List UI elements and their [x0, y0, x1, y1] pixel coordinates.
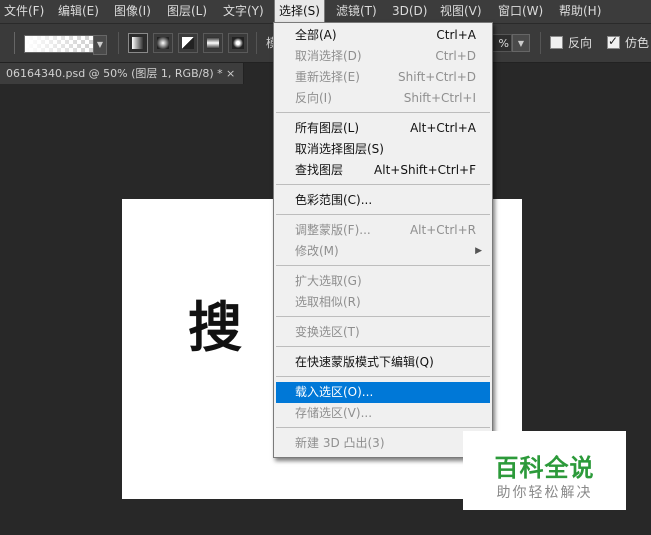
- menu-item-label: 选取相似(R): [295, 295, 361, 309]
- menu-3d[interactable]: 3D(D): [388, 0, 431, 23]
- menu-item-save-selection[interactable]: 存储选区(V)...: [276, 403, 490, 424]
- divider: [256, 32, 257, 54]
- menu-item-reselect[interactable]: 重新选择(E) Shift+Ctrl+D: [276, 67, 490, 88]
- menu-filter[interactable]: 滤镜(T): [332, 0, 381, 23]
- menu-type[interactable]: 文字(Y): [219, 0, 268, 23]
- menu-item-shortcut: Ctrl+A: [436, 28, 476, 42]
- menu-item-deselect[interactable]: 取消选择(D) Ctrl+D: [276, 46, 490, 67]
- reflected-gradient-icon: [207, 37, 219, 49]
- menu-item-quick-mask[interactable]: 在快速蒙版模式下编辑(Q): [276, 352, 490, 373]
- watermark-logo: 百科全说 助你轻松解决: [463, 431, 626, 510]
- menu-item-deselect-layers[interactable]: 取消选择图层(S): [276, 139, 490, 160]
- menu-file[interactable]: 文件(F): [0, 0, 48, 23]
- menu-item-label: 取消选择(D): [295, 49, 362, 63]
- menu-item-inverse[interactable]: 反向(I) Shift+Ctrl+I: [276, 88, 490, 109]
- menu-help[interactable]: 帮助(H): [555, 0, 605, 23]
- divider: [118, 32, 119, 54]
- menu-item-shortcut: Alt+Shift+Ctrl+F: [374, 163, 476, 177]
- divider: [540, 32, 541, 54]
- menu-item-label: 调整蒙版(F)...: [295, 223, 371, 237]
- radial-gradient-button[interactable]: [153, 33, 173, 53]
- diamond-gradient-button[interactable]: [228, 33, 248, 53]
- menu-item-label: 在快速蒙版模式下编辑(Q): [295, 355, 434, 369]
- linear-gradient-icon: [132, 37, 144, 49]
- menu-separator: [276, 346, 490, 347]
- linear-gradient-button[interactable]: [128, 33, 148, 53]
- menu-item-find-layers[interactable]: 查找图层 Alt+Shift+Ctrl+F: [276, 160, 490, 181]
- menu-item-load-selection[interactable]: 载入选区(O)...: [276, 382, 490, 403]
- menu-item-label: 修改(M): [295, 244, 339, 258]
- menu-image[interactable]: 图像(I): [110, 0, 155, 23]
- menu-select[interactable]: 选择(S): [274, 0, 325, 24]
- menu-separator: [276, 214, 490, 215]
- menu-item-label: 新建 3D 凸出(3): [295, 436, 385, 450]
- radial-gradient-icon: [157, 37, 169, 49]
- menu-edit[interactable]: 编辑(E): [54, 0, 103, 23]
- menu-item-label: 重新选择(E): [295, 70, 360, 84]
- menu-item-shortcut: Ctrl+D: [435, 49, 476, 63]
- opacity-chevron-down-icon[interactable]: ▼: [512, 34, 530, 52]
- menu-item-label: 变换选区(T): [295, 325, 360, 339]
- menu-separator: [276, 184, 490, 185]
- menu-view[interactable]: 视图(V): [436, 0, 486, 23]
- angle-gradient-button[interactable]: [178, 33, 198, 53]
- menu-item-color-range[interactable]: 色彩范围(C)...: [276, 190, 490, 211]
- reverse-label: 反向: [568, 36, 593, 50]
- select-menu-dropdown: 全部(A) Ctrl+A 取消选择(D) Ctrl+D 重新选择(E) Shif…: [273, 22, 493, 458]
- menu-item-all-layers[interactable]: 所有图层(L) Alt+Ctrl+A: [276, 118, 490, 139]
- menu-item-transform-selection[interactable]: 变换选区(T): [276, 322, 490, 343]
- menu-item-label: 查找图层: [295, 163, 344, 177]
- document-tab[interactable]: 06164340.psd @ 50% (图层 1, RGB/8) * ×: [0, 63, 244, 84]
- close-icon[interactable]: ×: [226, 63, 235, 84]
- dither-checkbox[interactable]: [607, 34, 620, 49]
- reflected-gradient-button[interactable]: [203, 33, 223, 53]
- document-tab-title: 06164340.psd @ 50% (图层 1, RGB/8) *: [6, 67, 223, 80]
- menu-item-grow[interactable]: 扩大选取(G): [276, 271, 490, 292]
- gradient-swatch[interactable]: [24, 35, 94, 53]
- menu-window[interactable]: 窗口(W): [494, 0, 547, 23]
- submenu-arrow-icon: ▶: [475, 246, 482, 256]
- gradient-dropdown-chevron-icon[interactable]: ▼: [93, 35, 107, 55]
- reverse-checkbox[interactable]: [550, 36, 563, 49]
- menu-item-label: 存储选区(V)...: [295, 406, 373, 420]
- menu-item-label: 载入选区(O)...: [295, 385, 374, 399]
- menu-item-refine-mask[interactable]: 调整蒙版(F)... Alt+Ctrl+R: [276, 220, 490, 241]
- menu-item-new-3d-extrusion[interactable]: 新建 3D 凸出(3): [276, 433, 490, 454]
- menu-item-shortcut: Alt+Ctrl+A: [410, 121, 476, 135]
- menu-item-label: 取消选择图层(S): [295, 142, 384, 156]
- opacity-field[interactable]: %: [490, 34, 512, 52]
- menu-item-shortcut: Shift+Ctrl+I: [403, 91, 476, 105]
- menu-item-select-all[interactable]: 全部(A) Ctrl+A: [276, 25, 490, 46]
- menu-item-shortcut: Shift+Ctrl+D: [398, 70, 476, 84]
- menu-item-modify[interactable]: 修改(M) ▶: [276, 241, 490, 262]
- menu-layer[interactable]: 图层(L): [163, 0, 211, 23]
- angle-gradient-icon: [182, 37, 194, 49]
- menu-item-label: 所有图层(L): [295, 121, 360, 135]
- watermark-subtitle: 助你轻松解决: [496, 485, 593, 501]
- canvas-text: 搜: [188, 295, 246, 359]
- menu-item-label: 色彩范围(C)...: [295, 193, 373, 207]
- menu-bar: 文件(F) 编辑(E) 图像(I) 图层(L) 文字(Y) 选择(S) 滤镜(T…: [0, 0, 651, 24]
- menu-separator: [276, 427, 490, 428]
- diamond-gradient-icon: [232, 37, 244, 49]
- menu-item-shortcut: Alt+Ctrl+R: [409, 223, 476, 237]
- menu-separator: [276, 112, 490, 113]
- menu-item-similar[interactable]: 选取相似(R): [276, 292, 490, 313]
- menu-item-label: 全部(A): [295, 28, 337, 42]
- dither-label: 仿色: [625, 36, 650, 50]
- menu-separator: [276, 376, 490, 377]
- menu-separator: [276, 265, 490, 266]
- menu-separator: [276, 316, 490, 317]
- menu-item-label: 扩大选取(G): [295, 274, 362, 288]
- menu-item-label: 反向(I): [295, 91, 332, 105]
- tool-preset-edge: [14, 32, 16, 54]
- watermark-title: 百科全说: [494, 454, 595, 482]
